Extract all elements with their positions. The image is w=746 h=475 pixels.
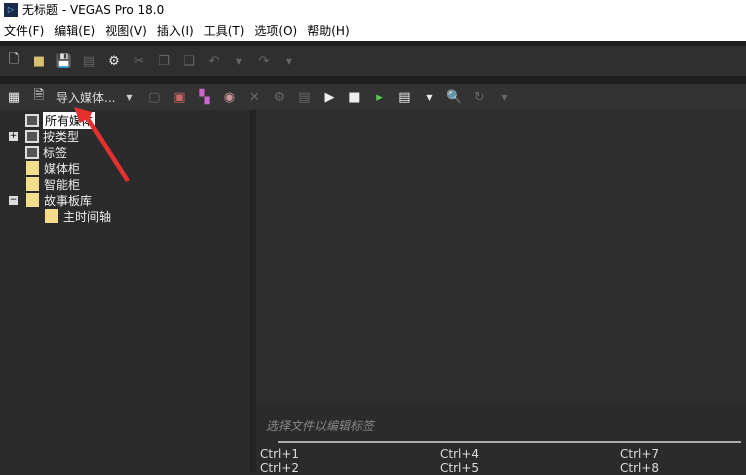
red-annotation-arrow-icon — [74, 107, 130, 182]
